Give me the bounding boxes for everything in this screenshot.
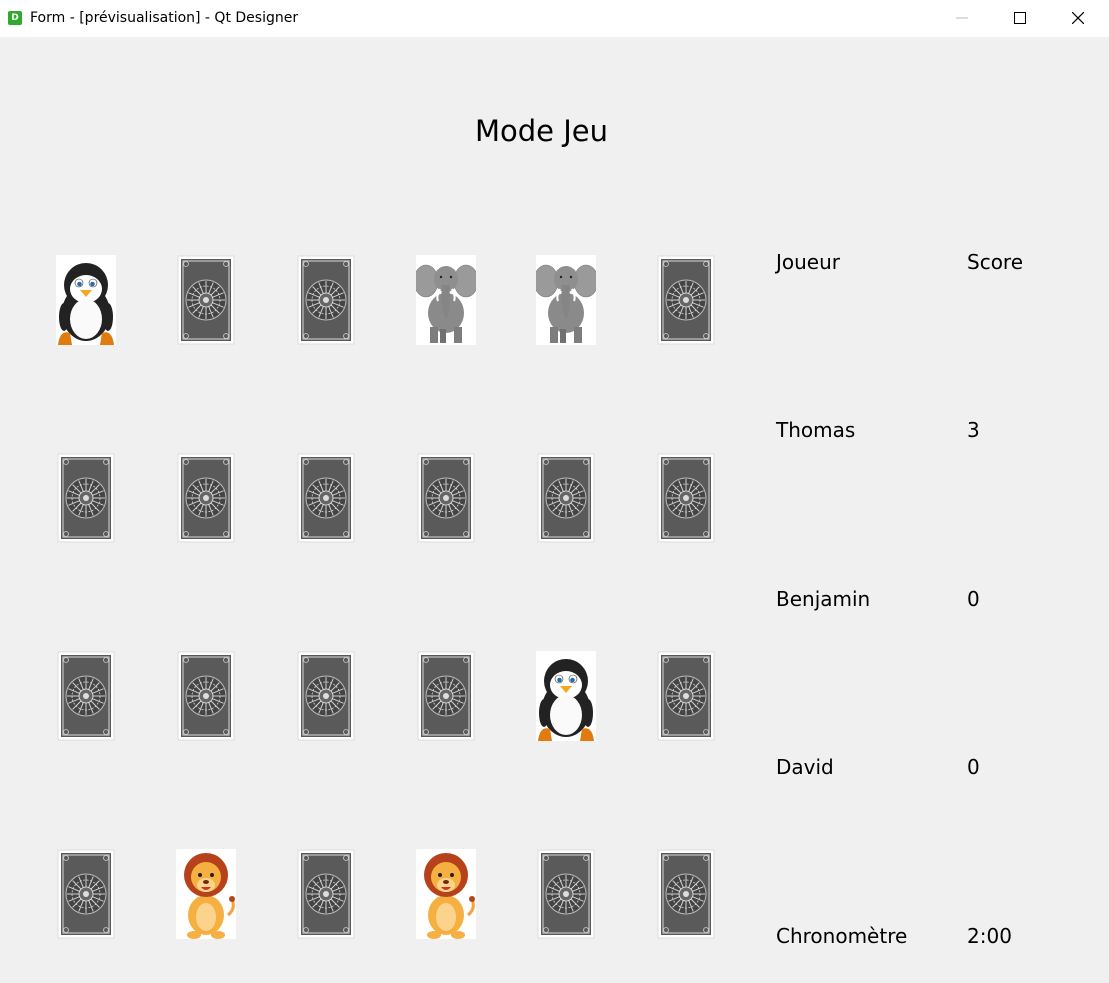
card-face-down[interactable]: [56, 651, 116, 741]
card-back-icon: [657, 453, 715, 543]
player-name-3: David: [776, 755, 834, 779]
card-back-icon: [297, 651, 355, 741]
card-elephant[interactable]: [536, 255, 596, 345]
card-back-icon: [177, 651, 235, 741]
card-face-down[interactable]: [656, 255, 716, 345]
card-back-icon: [297, 849, 355, 939]
card-face-down[interactable]: [176, 453, 236, 543]
penguin-icon: [56, 255, 116, 345]
lion-icon: [416, 849, 476, 939]
card-back-icon: [297, 255, 355, 345]
window-title: Form - [prévisualisation] - Qt Designer: [30, 10, 299, 26]
card-back-icon: [657, 651, 715, 741]
player-column-header: Joueur: [776, 250, 841, 274]
card-back-icon: [537, 453, 595, 543]
card-penguin[interactable]: [536, 651, 596, 741]
card-penguin[interactable]: [56, 255, 116, 345]
card-face-down[interactable]: [416, 651, 476, 741]
card-back-icon: [57, 651, 115, 741]
timer-value: 2:00: [967, 924, 1012, 948]
card-face-down[interactable]: [176, 255, 236, 345]
player-score-1: 3: [967, 418, 980, 442]
card-back-icon: [537, 849, 595, 939]
card-face-down[interactable]: [296, 255, 356, 345]
card-back-icon: [297, 453, 355, 543]
card-face-down[interactable]: [56, 453, 116, 543]
score-column-header: Score: [967, 250, 1024, 274]
card-back-icon: [57, 453, 115, 543]
maximize-button[interactable]: [997, 0, 1043, 37]
close-button[interactable]: [1055, 0, 1101, 37]
card-back-icon: [417, 453, 475, 543]
player-score-2: 0: [967, 587, 980, 611]
card-face-down[interactable]: [176, 651, 236, 741]
card-back-icon: [657, 255, 715, 345]
qt-designer-app-icon: D: [8, 11, 22, 25]
maximize-icon: [1014, 12, 1026, 24]
card-back-icon: [417, 651, 475, 741]
player-name-2: Benjamin: [776, 587, 871, 611]
card-face-down[interactable]: [656, 453, 716, 543]
card-back-icon: [657, 849, 715, 939]
card-face-down[interactable]: [536, 453, 596, 543]
window-titlebar: D Form - [prévisualisation] - Qt Designe…: [0, 0, 1109, 37]
page-title: Mode Jeu: [474, 114, 608, 148]
card-elephant[interactable]: [416, 255, 476, 345]
card-face-down[interactable]: [296, 849, 356, 939]
card-face-down[interactable]: [296, 651, 356, 741]
card-face-down[interactable]: [656, 849, 716, 939]
card-face-down[interactable]: [656, 651, 716, 741]
timer-label: Chronomètre: [776, 924, 908, 948]
card-back-icon: [57, 849, 115, 939]
card-face-down[interactable]: [56, 849, 116, 939]
close-icon: [1072, 12, 1084, 24]
minimize-button[interactable]: [939, 0, 985, 37]
elephant-icon: [416, 255, 476, 345]
card-back-icon: [177, 255, 235, 345]
card-face-down[interactable]: [416, 453, 476, 543]
elephant-icon: [536, 255, 596, 345]
player-name-1: Thomas: [776, 418, 856, 442]
card-face-down[interactable]: [536, 849, 596, 939]
penguin-icon: [536, 651, 596, 741]
card-face-down[interactable]: [296, 453, 356, 543]
card-lion[interactable]: [416, 849, 476, 939]
card-back-icon: [177, 453, 235, 543]
player-score-3: 0: [967, 755, 980, 779]
card-lion[interactable]: [176, 849, 236, 939]
lion-icon: [176, 849, 236, 939]
minimize-icon: [956, 17, 968, 19]
